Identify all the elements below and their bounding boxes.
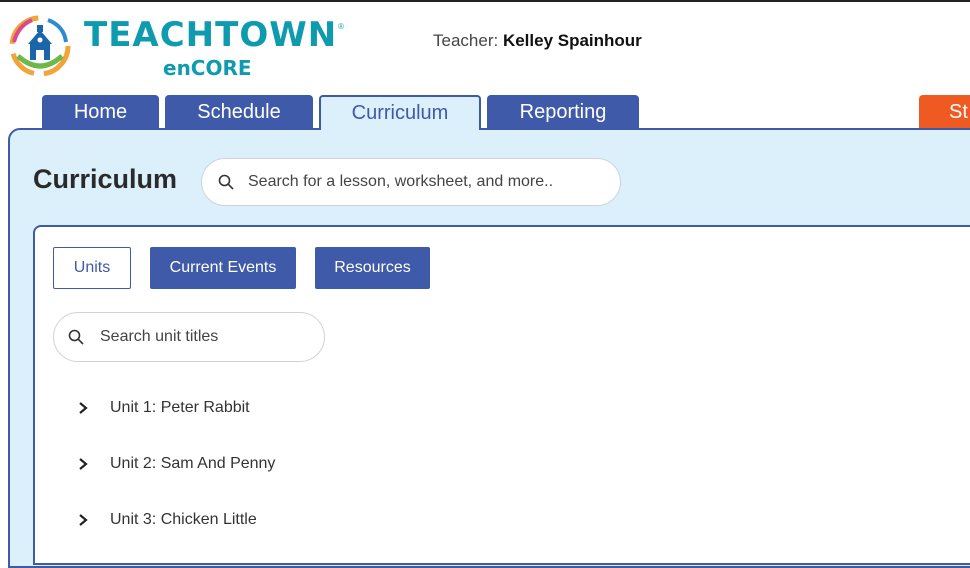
teachtown-logo[interactable]: TEACHTOWN ® enCORE (8, 14, 348, 84)
chevron-right-icon[interactable] (76, 401, 90, 415)
unit-list-item[interactable]: Unit 1: Peter Rabbit (76, 396, 250, 420)
resources-filter-button[interactable]: Resources (315, 247, 430, 289)
unit-search-input[interactable] (98, 327, 324, 347)
unit-search-box[interactable] (53, 312, 325, 362)
chevron-right-icon[interactable] (76, 457, 90, 471)
brand-name: TEACHTOWN (84, 15, 338, 55)
search-icon (218, 174, 234, 190)
tab-reporting[interactable]: Reporting (487, 95, 639, 129)
sub-brand-name: enCORE (163, 56, 252, 80)
page-title: Curriculum (33, 164, 178, 194)
tab-curriculum[interactable]: Curriculum (319, 95, 481, 130)
tab-home[interactable]: Home (42, 95, 159, 129)
schoolhouse-logo-icon (9, 15, 71, 77)
unit-title: Unit 1: Peter Rabbit (110, 399, 250, 416)
unit-list-item[interactable]: Unit 3: Chicken Little (76, 508, 257, 532)
chevron-right-icon[interactable] (76, 513, 90, 527)
teacher-label: Teacher: (433, 31, 499, 50)
units-filter-button[interactable]: Units (53, 247, 131, 289)
unit-title: Unit 2: Sam And Penny (110, 455, 276, 472)
teacher-name: Kelley Spainhour (502, 31, 642, 50)
tab-student[interactable]: St (919, 95, 970, 129)
unit-list-item[interactable]: Unit 2: Sam And Penny (76, 452, 275, 476)
unit-title: Unit 3: Chicken Little (110, 511, 257, 528)
teacher-info: Teacher: Kelley Spainhour (433, 31, 642, 51)
current-events-filter-button[interactable]: Current Events (150, 247, 296, 289)
tab-schedule[interactable]: Schedule (165, 95, 313, 129)
brand-registered-mark: ® (338, 22, 344, 31)
curriculum-search-input[interactable] (246, 172, 620, 192)
top-border (0, 0, 970, 2)
curriculum-search-box[interactable] (201, 158, 621, 206)
search-icon (68, 329, 84, 345)
